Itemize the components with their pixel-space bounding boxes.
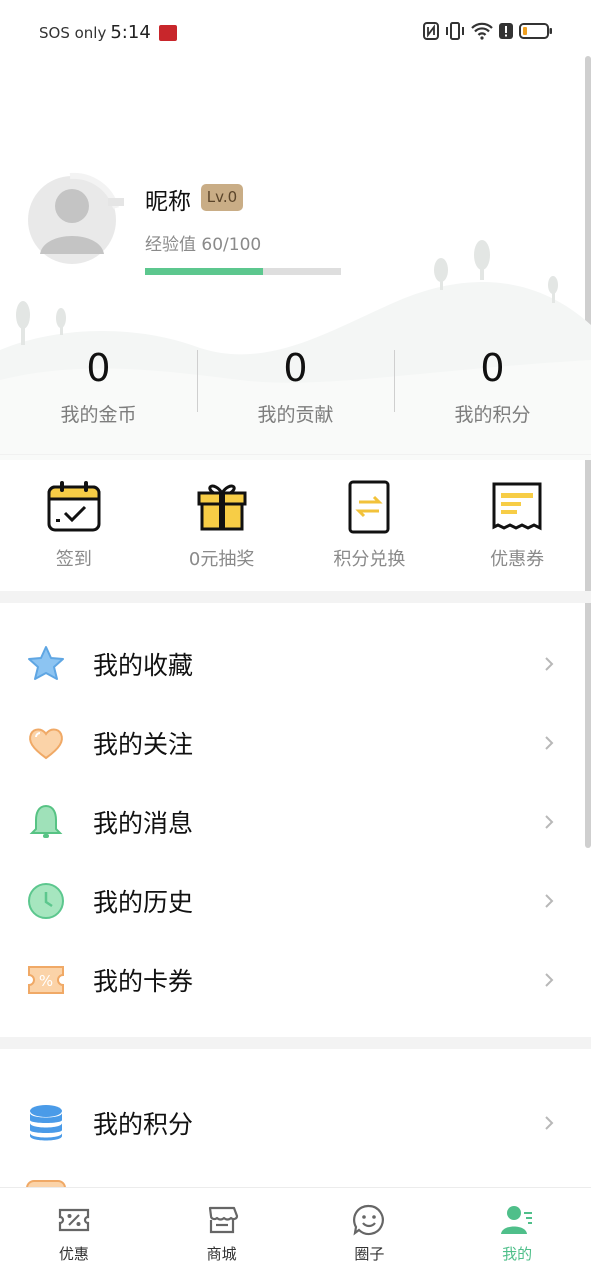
menu-item-label: 我的历史 bbox=[93, 887, 194, 917]
battery-icon bbox=[519, 23, 552, 39]
clock-text: 5:14 bbox=[110, 22, 151, 43]
stat-label: 我的金币 bbox=[60, 404, 137, 426]
smile-chat-icon bbox=[353, 1204, 385, 1236]
database-icon bbox=[30, 1104, 62, 1140]
svg-text:%: % bbox=[39, 972, 53, 990]
menu-item-following[interactable]: 我的关注 bbox=[0, 703, 591, 782]
quick-actions: 签到 0元抽奖 积分兑换 优惠券 bbox=[0, 454, 591, 591]
store-icon bbox=[208, 1206, 238, 1234]
receipt-icon bbox=[492, 482, 542, 531]
nav-tab-label: 优惠 bbox=[58, 1245, 89, 1263]
menu-item-label: 我的收藏 bbox=[93, 650, 194, 680]
quick-action-checkin[interactable]: 签到 bbox=[0, 455, 148, 591]
stat-points[interactable]: 0 我的积分 bbox=[394, 338, 591, 438]
discount-ticket-icon bbox=[58, 1208, 89, 1232]
quick-action-exchange[interactable]: 积分兑换 bbox=[296, 455, 444, 591]
quick-action-coupons[interactable]: 优惠券 bbox=[443, 455, 591, 591]
menu-item-label: 我的消息 bbox=[93, 808, 194, 838]
nav-tab-store[interactable]: 商城 bbox=[148, 1188, 296, 1280]
nav-tab-mine[interactable]: 我的 bbox=[443, 1188, 591, 1280]
menu-item-messages[interactable]: 我的消息 bbox=[0, 782, 591, 861]
menu-item-label: 我的积分 bbox=[93, 1109, 194, 1139]
nav-tab-label: 我的 bbox=[502, 1245, 533, 1263]
stat-coins[interactable]: 0 我的金币 bbox=[0, 338, 197, 438]
status-left: SOS only 5:14 bbox=[39, 22, 177, 43]
menu-item-cards[interactable]: % 我的卡券 bbox=[0, 940, 591, 1019]
quick-action-label: 积分兑换 bbox=[333, 549, 406, 570]
profile-page: SOS only 5:14 昵称 Lv.0 经验值 60/100 0 我的金币 … bbox=[0, 0, 591, 1280]
clock-icon bbox=[28, 882, 64, 919]
nav-tab-label: 圈子 bbox=[354, 1245, 385, 1263]
chevron-right-icon bbox=[545, 1115, 554, 1130]
status-right bbox=[423, 22, 553, 40]
alert-icon bbox=[499, 23, 513, 39]
experience-progress-fill bbox=[145, 268, 263, 275]
experience-text: 经验值 60/100 bbox=[145, 235, 262, 255]
section-gap bbox=[0, 591, 591, 603]
stat-value: 0 bbox=[283, 346, 308, 390]
quick-action-label: 0元抽奖 bbox=[188, 549, 255, 570]
menu-item-label: 我的关注 bbox=[93, 729, 194, 759]
chevron-right-icon bbox=[545, 735, 554, 750]
menu-item-label: 我的卡券 bbox=[93, 966, 194, 996]
star-icon bbox=[28, 645, 64, 680]
carrier-text: SOS only bbox=[39, 23, 107, 42]
quick-action-label: 优惠券 bbox=[490, 549, 545, 570]
bottom-navigation: 优惠 商城 圈子 我的 bbox=[0, 1187, 591, 1280]
nav-tab-discounts[interactable]: 优惠 bbox=[0, 1188, 148, 1280]
profile-icon bbox=[501, 1206, 533, 1234]
chevron-right-icon bbox=[545, 656, 554, 671]
stat-contribution[interactable]: 0 我的贡献 bbox=[197, 338, 394, 438]
nav-tab-circle[interactable]: 圈子 bbox=[296, 1188, 444, 1280]
menu-item-history[interactable]: 我的历史 bbox=[0, 861, 591, 940]
bell-icon bbox=[29, 804, 63, 838]
nickname[interactable]: 昵称 bbox=[145, 182, 191, 216]
menu-item-favorites[interactable]: 我的收藏 bbox=[0, 624, 591, 703]
exchange-icon bbox=[348, 480, 390, 534]
nfc-icon bbox=[423, 22, 439, 40]
section-gap bbox=[0, 1037, 591, 1049]
stat-label: 我的贡献 bbox=[257, 404, 334, 426]
menu-item-points[interactable]: 我的积分 bbox=[0, 1083, 591, 1162]
quick-action-lottery[interactable]: 0元抽奖 bbox=[148, 455, 296, 591]
nav-tab-label: 商城 bbox=[206, 1245, 237, 1263]
heart-icon bbox=[29, 728, 63, 759]
avatar[interactable] bbox=[20, 168, 124, 272]
chevron-right-icon bbox=[545, 893, 554, 908]
stat-label: 我的积分 bbox=[454, 404, 531, 426]
calendar-check-icon bbox=[47, 481, 101, 532]
stat-divider bbox=[394, 350, 395, 412]
wifi-icon bbox=[471, 22, 493, 40]
stat-value: 0 bbox=[86, 346, 111, 390]
vibrate-icon bbox=[446, 22, 464, 40]
chevron-right-icon bbox=[545, 972, 554, 987]
stat-divider bbox=[197, 350, 198, 412]
level-badge: Lv.0 bbox=[201, 184, 243, 211]
gift-icon bbox=[197, 484, 247, 531]
stats-row: 0 我的金币 0 我的贡献 0 我的积分 bbox=[0, 338, 591, 438]
stat-value: 0 bbox=[480, 346, 505, 390]
experience-progress-bar bbox=[145, 268, 341, 275]
status-bar: SOS only 5:14 bbox=[0, 0, 591, 66]
coupon-icon: % bbox=[28, 965, 64, 994]
chevron-right-icon bbox=[545, 814, 554, 829]
app-notification-icon bbox=[158, 24, 177, 41]
quick-action-label: 签到 bbox=[55, 549, 92, 570]
